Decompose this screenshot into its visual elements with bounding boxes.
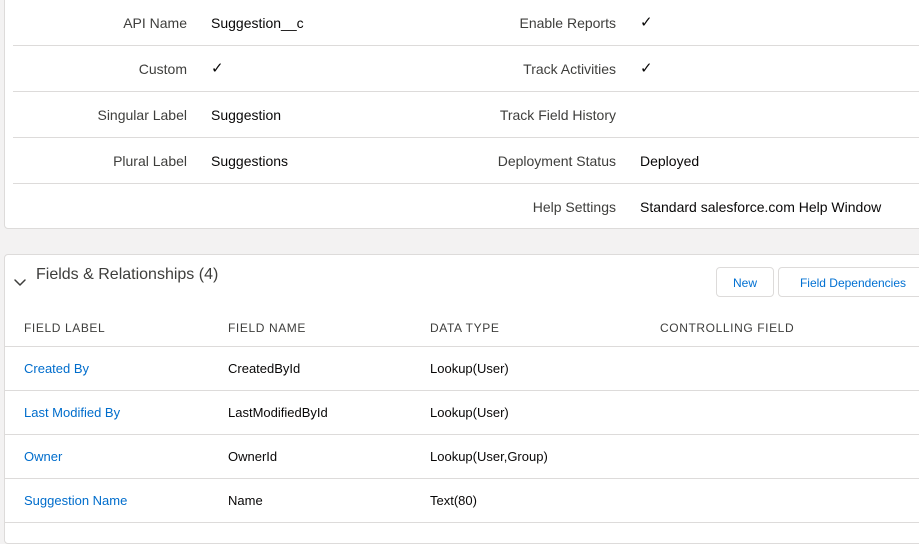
help-settings-value: Standard salesforce.com Help Window xyxy=(640,199,882,215)
fields-relationships-card: Fields & Relationships (4) New Field Dep… xyxy=(4,254,919,544)
detail-row-custom: Custom ✓ Track Activities ✓ xyxy=(13,46,919,92)
field-name-cell: OwnerId xyxy=(228,449,278,464)
table-header: FIELD LABEL FIELD NAME DATA TYPE CONTROL… xyxy=(5,313,919,347)
object-details-card: API Name Suggestion__c Enable Reports ✓ … xyxy=(4,0,919,229)
data-type-cell: Lookup(User,Group) xyxy=(430,449,548,464)
table-row: Owner OwnerId Lookup(User,Group) xyxy=(5,435,919,479)
field-name-cell: LastModifiedById xyxy=(228,405,328,420)
table-row: Last Modified By LastModifiedById Lookup… xyxy=(5,391,919,435)
chevron-down-icon[interactable] xyxy=(13,275,27,289)
enable-reports-check-icon: ✓ xyxy=(640,14,653,31)
section-title: Fields & Relationships (4) xyxy=(36,266,219,283)
field-name-cell: CreatedById xyxy=(228,361,301,376)
field-dependencies-button[interactable]: Field Dependencies xyxy=(778,267,919,297)
field-label-link[interactable]: Owner xyxy=(24,435,62,479)
track-activities-label: Track Activities xyxy=(523,61,616,77)
column-header-field-name[interactable]: FIELD NAME xyxy=(228,313,306,347)
field-label-link[interactable]: Last Modified By xyxy=(24,391,120,435)
track-field-history-label: Track Field History xyxy=(499,107,616,123)
data-type-cell: Lookup(User) xyxy=(430,405,509,420)
table-row: Created By CreatedById Lookup(User) xyxy=(5,347,919,391)
enable-reports-label: Enable Reports xyxy=(519,15,616,31)
section-header: Fields & Relationships (4) New Field Dep… xyxy=(5,255,919,315)
field-name-cell: Name xyxy=(228,493,263,508)
field-label-link[interactable]: Created By xyxy=(24,347,89,391)
data-type-cell: Text(80) xyxy=(430,493,477,508)
new-button[interactable]: New xyxy=(716,267,774,297)
track-activities-check-icon: ✓ xyxy=(640,60,653,77)
deployment-status-value: Deployed xyxy=(640,153,700,169)
deployment-status-label: Deployment Status xyxy=(497,153,616,169)
column-header-data-type[interactable]: DATA TYPE xyxy=(430,313,499,347)
field-label-link[interactable]: Suggestion Name xyxy=(24,479,127,523)
table-row: Suggestion Name Name Text(80) xyxy=(5,479,919,523)
detail-row-help-settings: Help Settings Standard salesforce.com He… xyxy=(13,184,919,230)
help-settings-label: Help Settings xyxy=(532,199,616,215)
detail-row-singular-label: Singular Label Suggestion Track Field Hi… xyxy=(13,92,919,138)
column-header-controlling-field[interactable]: CONTROLLING FIELD xyxy=(660,313,794,347)
detail-row-plural-label: Plural Label Suggestions Deployment Stat… xyxy=(13,138,919,184)
data-type-cell: Lookup(User) xyxy=(430,361,509,376)
detail-row-api-name: API Name Suggestion__c Enable Reports ✓ xyxy=(13,0,919,46)
column-header-field-label[interactable]: FIELD LABEL xyxy=(24,313,105,347)
